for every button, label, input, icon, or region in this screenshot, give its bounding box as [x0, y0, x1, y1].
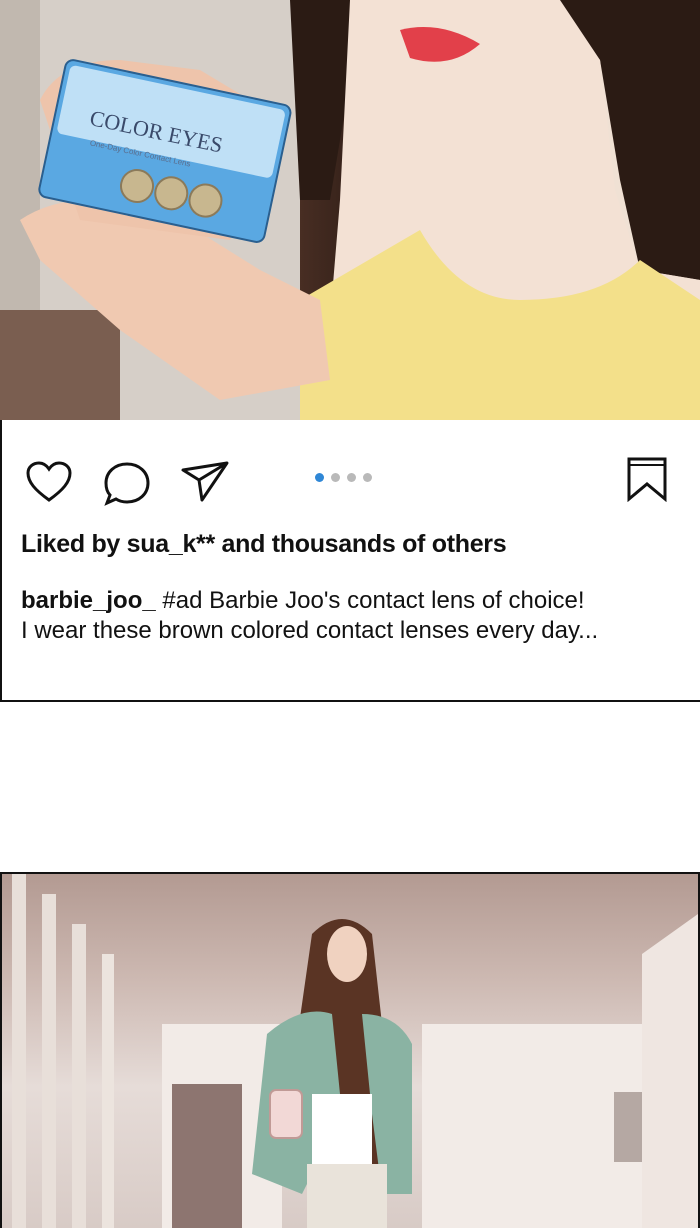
caption-text-line1: #ad Barbie Joo's contact lens of choice! — [162, 587, 585, 614]
carousel-dot[interactable] — [331, 473, 340, 482]
send-icon[interactable] — [180, 460, 230, 509]
post-caption: barbie_joo_ #ad Barbie Joo's contact len… — [21, 586, 681, 646]
woman-walking-hallway-illustration — [12, 874, 698, 1228]
caption-username[interactable]: barbie_joo_ — [21, 587, 156, 614]
likes-summary[interactable]: Liked by sua_k** and thousands of others — [21, 530, 507, 559]
carousel-dot[interactable] — [363, 473, 372, 482]
top-illustration-panel: COLOR EYES One-Day Color Contact Lens — [0, 0, 700, 422]
heart-icon[interactable] — [25, 460, 73, 509]
caption-text-line2: I wear these brown colored contact lense… — [21, 617, 599, 644]
carousel-dot[interactable] — [347, 473, 356, 482]
woman-holding-lens-box-illustration: COLOR EYES One-Day Color Contact Lens — [0, 0, 700, 420]
social-post-card: Liked by sua_k** and thousands of others… — [0, 420, 700, 702]
bottom-illustration-panel — [0, 872, 700, 1228]
comment-icon[interactable] — [102, 460, 152, 513]
carousel-dot[interactable] — [315, 473, 324, 482]
bookmark-icon[interactable] — [626, 456, 668, 507]
carousel-indicator — [315, 473, 372, 482]
